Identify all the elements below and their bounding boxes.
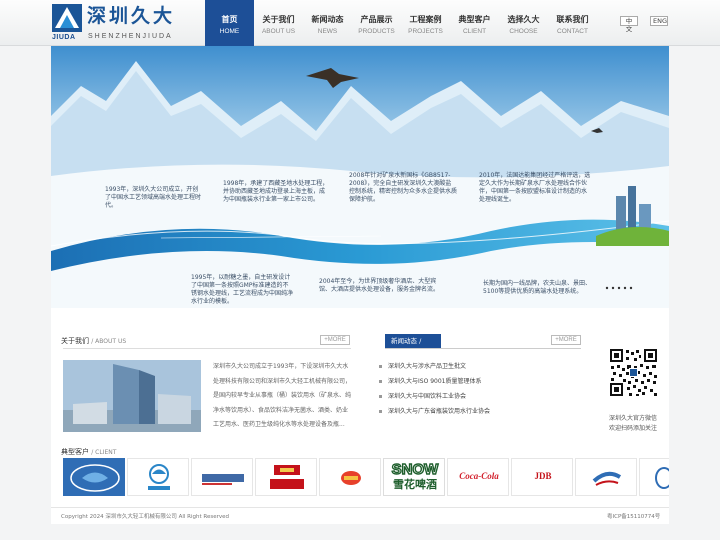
wanglaoji-logo-icon <box>270 465 304 489</box>
news-more-link[interactable]: +MORE <box>551 335 581 345</box>
nav-client[interactable]: 典型客户 CLIENT <box>450 0 499 46</box>
nav-contact[interactable]: 联系我们 CONTACT <box>548 0 597 46</box>
nav-label-cn: 工程案例 <box>409 15 442 24</box>
news-item-text: 深圳久大与中国饮料工业协会 <box>388 393 467 400</box>
nav-products[interactable]: 产品展示 PRODUCTS <box>352 0 401 46</box>
snow-logo: SNOW 雪花啤酒 <box>388 460 442 495</box>
about-text: 深圳市久大公司成立于1993年，下设深圳市久大水处理科技有限公司和深圳市久大轻工… <box>213 363 352 428</box>
client-logo-partial[interactable] <box>639 458 669 496</box>
brand-name-cn: 深圳久大 <box>87 5 176 27</box>
jingtian-logo-icon <box>148 464 170 490</box>
xinzhanwang-logo-icon <box>202 474 244 485</box>
site-logo[interactable]: JIUDA 深圳久大 SHENZHENJIUDA <box>52 3 180 43</box>
nav-label-cn: 选择久大 <box>507 15 540 24</box>
client-logo-wanglaoji[interactable] <box>255 458 317 496</box>
milestone-1995: 1995年，以耐糖之墨，自主研发设计了中国第一条按照GMP标准建造的不锈钢水处理… <box>191 274 294 305</box>
milestone-2004: 2004年至今，为世界顶级奢华酒店、大型宾馆、大酒店提供水处理设备，服务金牌名流… <box>319 278 440 293</box>
nav-choose[interactable]: 选择久大 CHOOSE <box>499 0 548 46</box>
news-item[interactable]: 深圳久大与ISO 9001质量管理体系 <box>379 378 481 386</box>
cocacola-logo-text: Coca-Cola <box>459 471 499 481</box>
snow-logo-en: SNOW <box>391 460 439 478</box>
main-nav: 首页 HOME 关于我们 ABOUT US 新闻动态 NEWS 产品展示 PRODUCT… <box>205 0 597 46</box>
news-item[interactable]: 深圳久大与涉水产品卫生批文 <box>379 363 466 371</box>
bullet-icon <box>379 365 382 368</box>
client-logo-cocacola[interactable]: Coca-Cola <box>447 458 509 496</box>
news-item-text: 深圳久大与ISO 9001质量管理体系 <box>388 378 482 385</box>
nav-label-en: PROJECTS <box>408 28 443 35</box>
news-item[interactable]: 深圳久大与中国饮料工业协会 <box>379 393 466 401</box>
lang-en-button[interactable]: ENG <box>650 16 668 26</box>
nav-projects[interactable]: 工程案例 PROJECTS <box>401 0 450 46</box>
nav-label-en: CLIENT <box>462 28 487 35</box>
nav-label-en: ABOUT US <box>261 28 296 35</box>
client-logo-xinzhanwang[interactable] <box>191 458 253 496</box>
nav-label-cn: 典型客户 <box>458 15 491 24</box>
client-logo-jdb[interactable]: JDB <box>511 458 573 496</box>
clients-title-en: / CLIENT <box>91 449 117 456</box>
qr-caption: 深圳久大官方微信 欢迎扫码添加关注 <box>609 414 657 434</box>
yili-logo-icon <box>592 471 622 486</box>
nav-news[interactable]: 新闻动态 NEWS <box>303 0 352 46</box>
snow-logo-cn: 雪花啤酒 <box>393 478 437 491</box>
site-footer: Copyright 2024 深圳市久大轻工机械有限公司 All Right R… <box>51 507 669 523</box>
client-logo-tianyu[interactable] <box>319 458 381 496</box>
nav-label-cn: 联系我们 <box>556 15 589 24</box>
milestone-2010: 2010年，法国达能集团经过严格评选，选定久大作为长期矿泉水厂水处理线合作伙伴，… <box>479 172 591 203</box>
bullet-icon <box>379 410 382 413</box>
icp-link[interactable]: 粤ICP备15110774号 <box>607 512 660 520</box>
about-more-link[interactable]: +MORE <box>320 335 350 345</box>
about-title-cn: 关于我们 <box>61 337 89 345</box>
qr-caption-line1: 深圳久大官方微信 <box>609 415 658 422</box>
nav-label-en: HOME <box>219 28 240 35</box>
copyright-text: Copyright 2024 深圳市久大轻工机械有限公司 All Right R… <box>61 514 230 520</box>
nav-home[interactable]: 首页 HOME <box>205 0 254 46</box>
qr-code-icon <box>609 348 658 397</box>
nav-label-en: CHOOSE <box>509 28 538 35</box>
bullet-icon <box>379 395 382 398</box>
nav-label-en: PRODUCTS <box>358 28 395 35</box>
tianyu-logo-icon <box>341 471 361 485</box>
site-header: JIUDA 深圳久大 SHENZHENJIUDA 首页 HOME 关于我们 ABOU… <box>0 0 720 46</box>
nav-label-en: NEWS <box>317 28 338 35</box>
client-logo-snow[interactable]: SNOW 雪花啤酒 <box>383 458 445 496</box>
about-title-en: / ABOUT US <box>91 338 127 345</box>
hero-banner: 1993年，深圳久大公司成立，开创了中国水工艺领域高端水处理工程时代。 1998… <box>51 46 669 308</box>
lang-cn-button[interactable]: 中文 <box>620 16 638 33</box>
logo-mark-text: JIUDA <box>52 34 76 41</box>
partial-logo-icon <box>655 467 669 489</box>
logo-mark-icon <box>52 4 82 32</box>
news-title-cn: 新闻动态 <box>391 337 417 345</box>
milestone-2008: 2008年针对矿泉水新国标《GB8517-2008》，完全自主研发深圳久大澳酸盐… <box>349 172 458 203</box>
main-content: 关于我们 / ABOUT US +MORE 深圳市久大公司成立于1993年，下设… <box>51 308 669 524</box>
news-item[interactable]: 深圳久大与广东省瓶装饮用水行业协会 <box>379 408 490 416</box>
client-logo-yili[interactable] <box>575 458 637 496</box>
brand-name-en: SHENZHENJIUDA <box>88 33 173 40</box>
milestone-1993: 1993年，深圳久大公司成立，开创了中国水工艺领域高端水处理工程时代。 <box>105 186 202 209</box>
about-divider <box>63 348 351 349</box>
building-illustration <box>63 360 201 432</box>
nav-label-en: CONTACT <box>557 28 588 35</box>
company-building-image <box>63 360 201 432</box>
bullet-icon <box>379 380 382 383</box>
news-item-text: 深圳久大与广东省瓶装饮用水行业协会 <box>388 408 491 415</box>
wechat-qr-code <box>609 348 658 397</box>
nav-label-cn: 新闻动态 <box>311 15 344 24</box>
nav-label-cn: 首页 <box>221 15 238 24</box>
news-item-text: 深圳久大与涉水产品卫生批文 <box>388 363 467 370</box>
milestone-partners: 长期为国内一线品牌，农夫山泉、景田、5100等提供优质的高端水处理系统。 <box>483 280 592 295</box>
clients-title-cn: 典型客户 <box>61 448 89 456</box>
shuilongquan-logo-icon <box>64 459 124 495</box>
client-logo-jingtian[interactable] <box>127 458 189 496</box>
milestone-1998: 1998年，承建了西藏圣地水处理工程，并协助西藏圣地成功登录上海主板，成为中国瓶… <box>223 180 329 203</box>
client-logo-shuilongquan[interactable] <box>63 458 125 496</box>
nav-label-cn: 产品展示 <box>360 15 393 24</box>
news-title: 新闻动态 / NEWS <box>385 334 441 359</box>
news-divider <box>385 348 581 349</box>
clients-title: 典型客户 / CLIENT <box>61 447 116 457</box>
about-title: 关于我们 / ABOUT US <box>61 336 126 346</box>
jdb-logo-text: JDB <box>534 471 552 481</box>
nav-label-cn: 关于我们 <box>262 15 295 24</box>
nav-about[interactable]: 关于我们 ABOUT US <box>254 0 303 46</box>
qr-caption-line2: 欢迎扫码添加关注 <box>609 425 658 432</box>
